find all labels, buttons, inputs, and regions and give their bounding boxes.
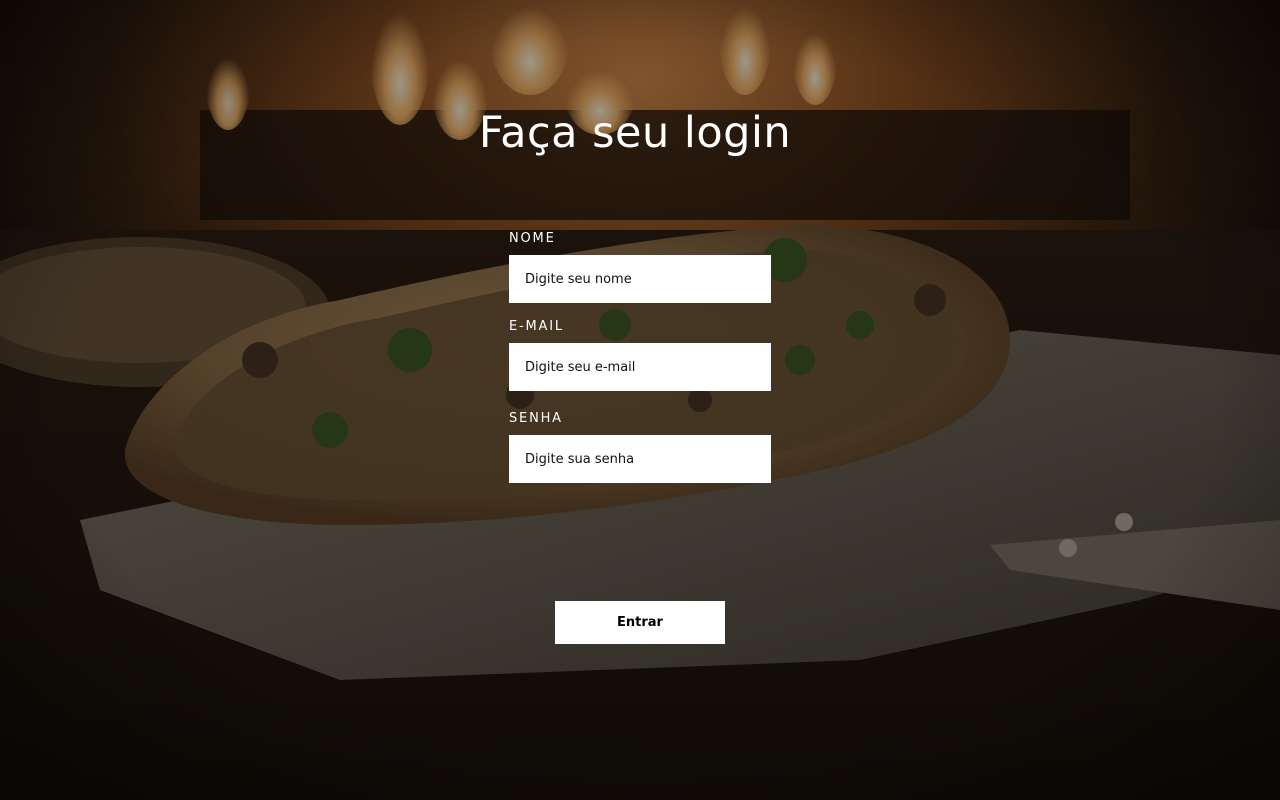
name-label: NOME	[509, 231, 556, 246]
password-input[interactable]	[509, 435, 771, 483]
name-input[interactable]	[509, 255, 771, 303]
password-label: SENHA	[509, 411, 563, 426]
page-title: Faça seu login	[478, 108, 792, 158]
email-label: E-MAIL	[509, 319, 564, 334]
email-input[interactable]	[509, 343, 771, 391]
login-page: Faça seu login NOME E-MAIL SENHA Entrar	[0, 0, 1280, 800]
login-submit-button[interactable]: Entrar	[555, 601, 725, 644]
